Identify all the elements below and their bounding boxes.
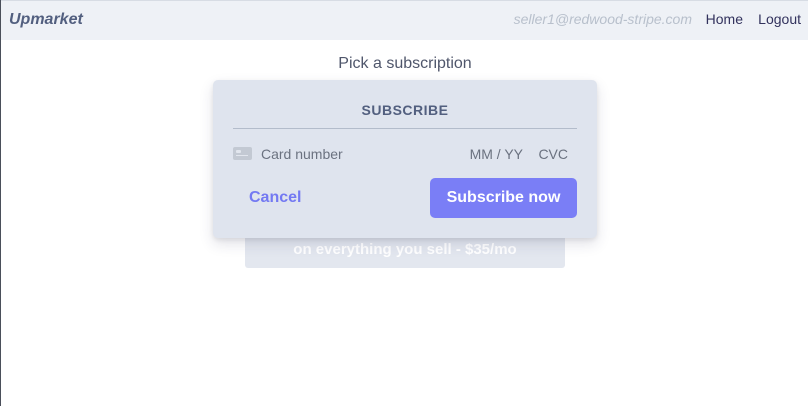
subscribe-modal: SUBSCRIBE Card number MM / YY CVC Cancel… [213, 80, 597, 238]
credit-card-icon [233, 147, 252, 160]
page-title: Pick a subscription [338, 55, 472, 72]
subscribe-now-button[interactable]: Subscribe now [430, 178, 577, 218]
logout-link[interactable]: Logout [758, 11, 801, 27]
plan-description: on everything you sell - $35/mo [245, 241, 565, 258]
card-input-row[interactable]: Card number MM / YY CVC [233, 138, 577, 168]
card-expiry-field[interactable]: MM / YY [470, 146, 523, 162]
card-number-field[interactable]: Card number [261, 146, 343, 162]
modal-divider [233, 128, 577, 129]
brand-logo[interactable]: Upmarket [9, 11, 83, 29]
plan-text: on everything you sell - [293, 241, 465, 258]
modal-title: SUBSCRIBE [361, 102, 449, 118]
user-email: seller1@redwood-stripe.com [513, 11, 692, 27]
home-link[interactable]: Home [706, 11, 743, 27]
cancel-button[interactable]: Cancel [249, 178, 301, 218]
plan-price: $35/mo [465, 241, 517, 258]
navbar: Upmarket seller1@redwood-stripe.com Home… [1, 0, 808, 40]
card-cvc-field[interactable]: CVC [538, 146, 568, 162]
